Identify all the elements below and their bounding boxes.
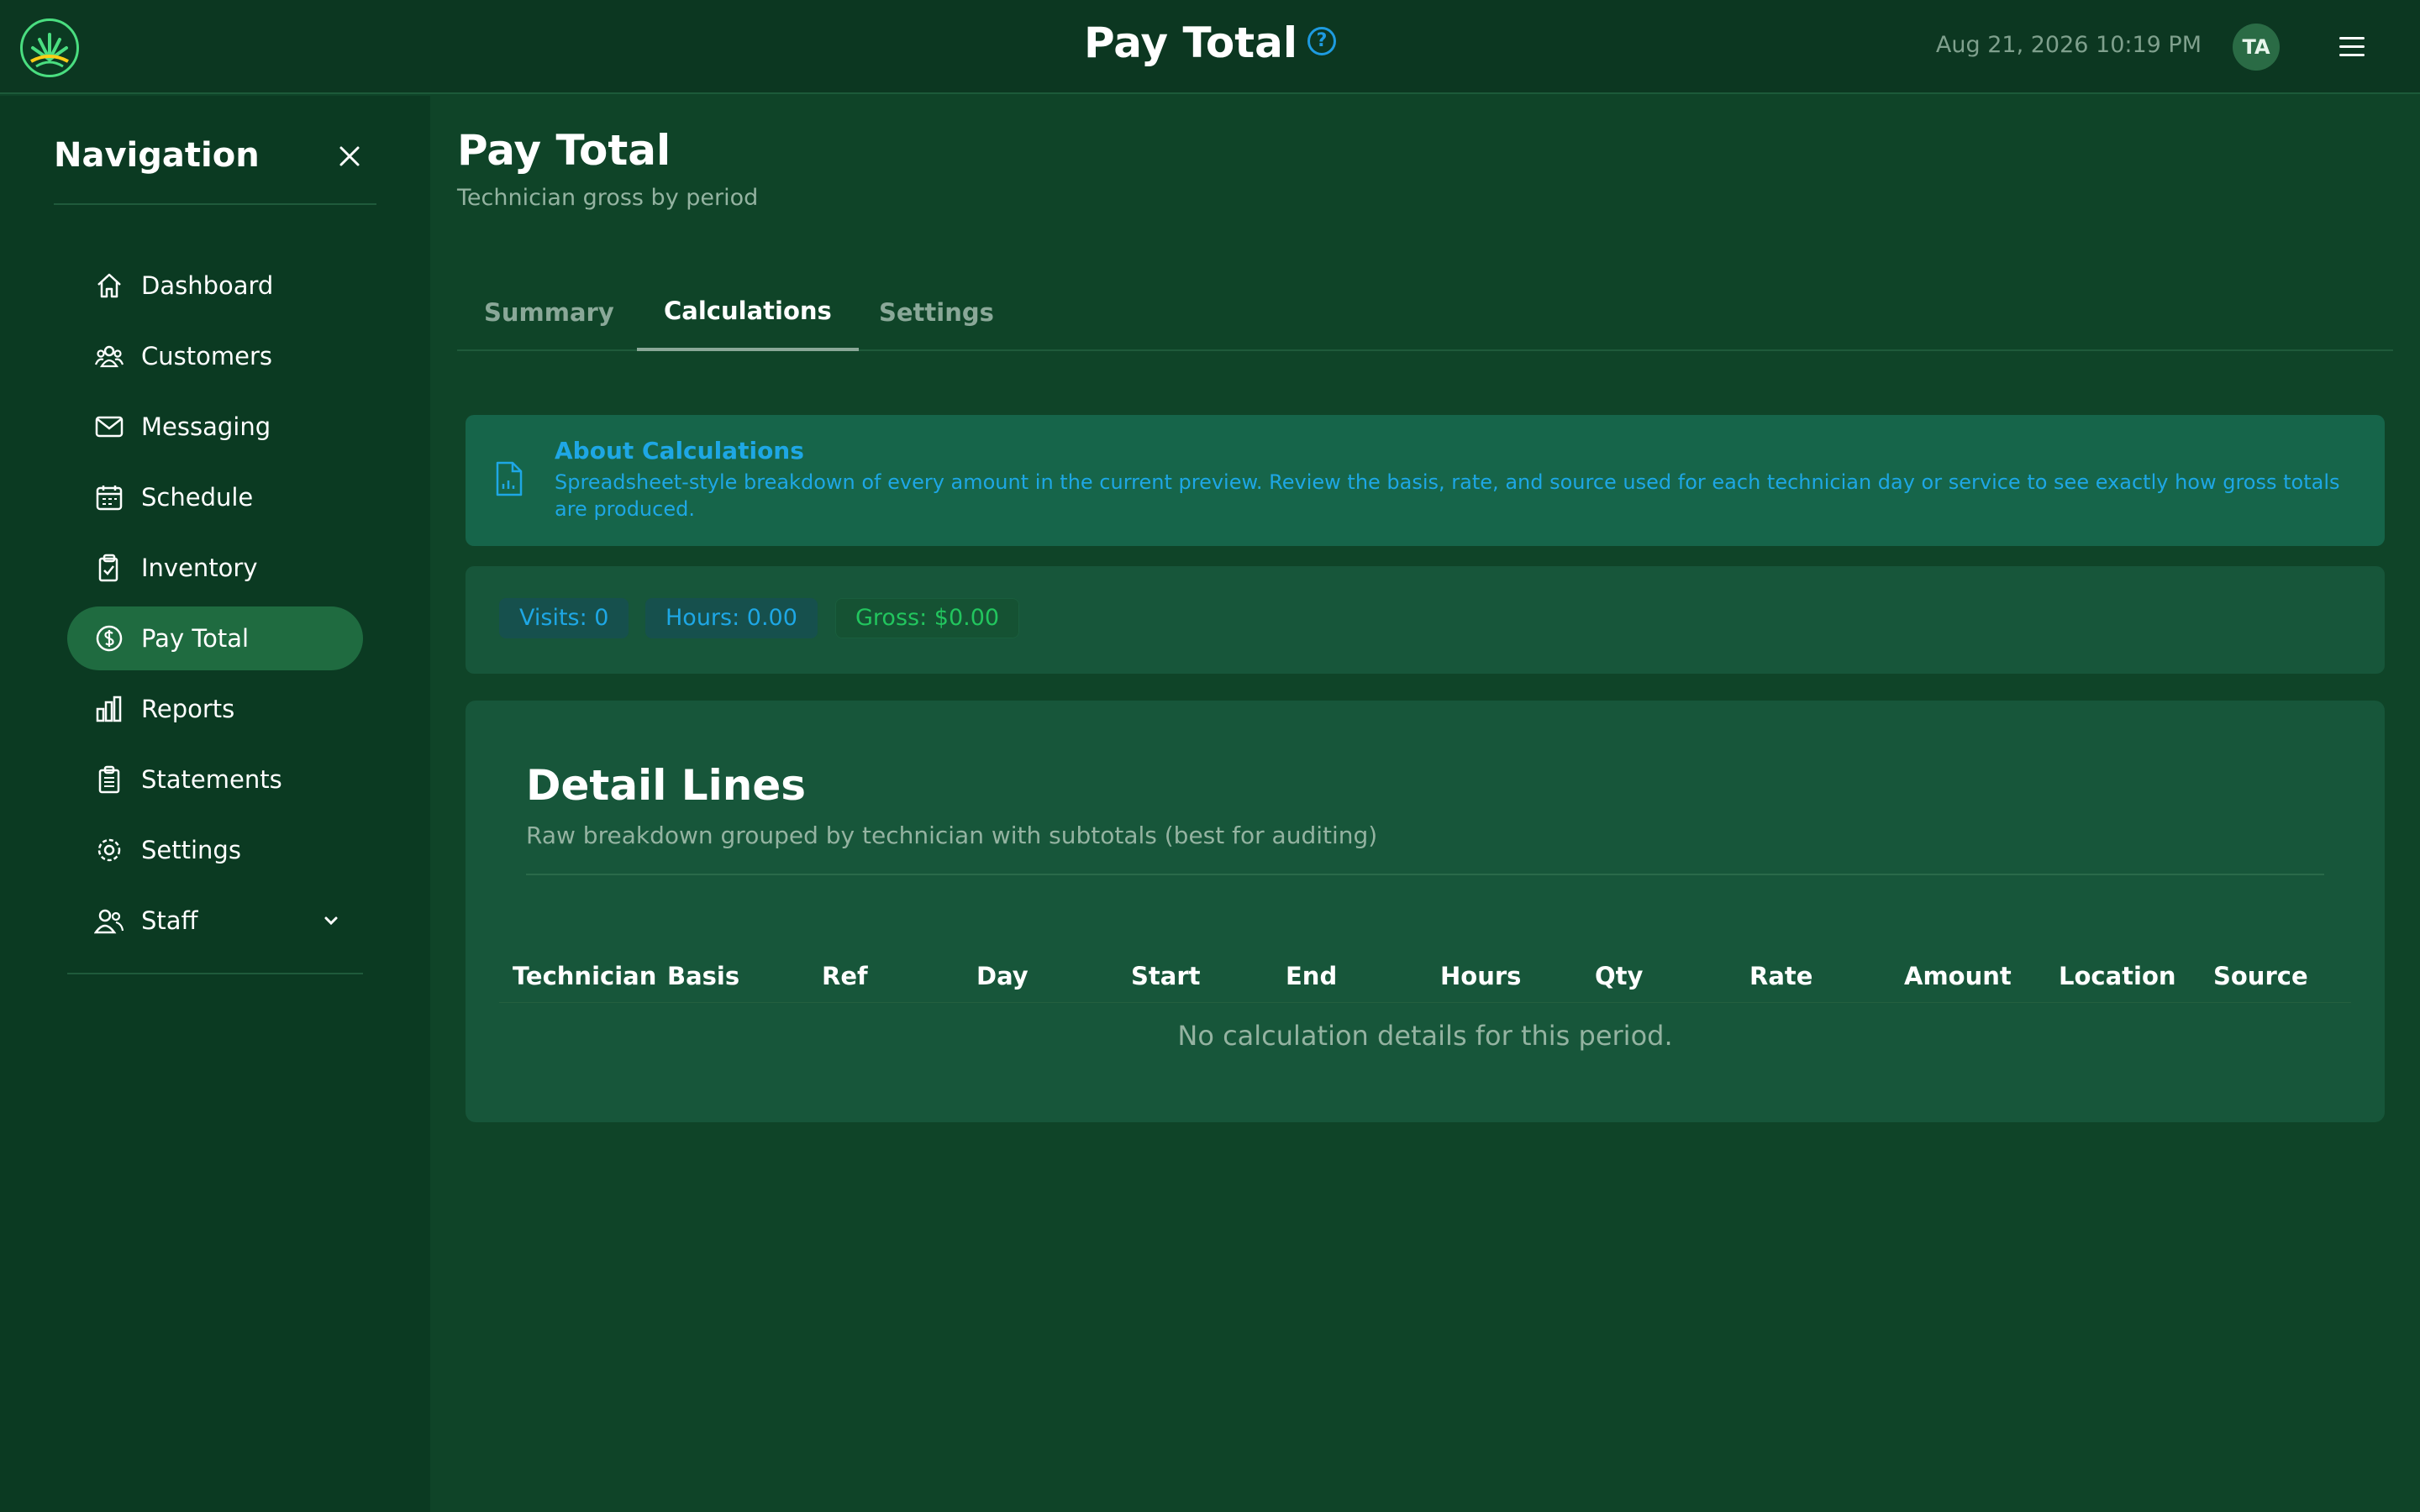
app-logo-icon[interactable] [20, 18, 79, 77]
column-header-end[interactable]: End [1272, 949, 1337, 1003]
tab-calculations[interactable]: Calculations [637, 274, 859, 351]
sidebar-item-dashboard[interactable]: Dashboard [67, 254, 363, 318]
clipboard-check-icon [98, 554, 118, 582]
sidebar-item-settings[interactable]: Settings [67, 818, 363, 882]
close-icon[interactable] [334, 141, 365, 171]
sidebar-item-staff[interactable]: Staff [67, 889, 363, 953]
column-header-amount[interactable]: Amount [1891, 949, 2012, 1003]
column-header-qty[interactable]: Qty [1581, 949, 1643, 1003]
user-avatar[interactable]: TA [2233, 24, 2280, 71]
dollar-circle-icon [96, 625, 123, 652]
sidebar-item-label: Pay Total [141, 624, 250, 653]
detail-title: Detail Lines [526, 761, 807, 810]
column-header-location[interactable]: Location [2045, 949, 2176, 1003]
detail-subtitle: Raw breakdown grouped by technician with… [526, 822, 1378, 849]
column-header-basis[interactable]: Basis [654, 949, 739, 1003]
column-header-technician[interactable]: Technician [499, 949, 656, 1003]
column-header-day[interactable]: Day [963, 949, 1028, 1003]
sidebar-item-label: Customers [141, 342, 272, 370]
visits-badge: Visits: 0 [499, 598, 629, 638]
sidebar-item-pay-total[interactable]: Pay Total [67, 606, 363, 670]
empty-state-message: No calculation details for this period. [1177, 1020, 1673, 1052]
app-title-text: Pay Total [1083, 18, 1298, 67]
sidebar-item-label: Inventory [141, 554, 258, 582]
sidebar-item-inventory[interactable]: Inventory [67, 536, 363, 600]
about-text: Spreadsheet-style breakdown of every amo… [555, 470, 2340, 521]
home-icon [97, 273, 121, 298]
document-list-icon [98, 765, 120, 794]
sidebar-nav: Dashboard Customers Messaging Schedule I… [67, 254, 363, 959]
page-subtitle: Technician gross by period [457, 185, 759, 211]
hours-badge: Hours: 0.00 [645, 598, 818, 638]
hamburger-menu-icon[interactable] [2339, 37, 2365, 57]
gear-icon [97, 838, 121, 862]
sidebar-item-schedule[interactable]: Schedule [67, 465, 363, 529]
users-icon [94, 345, 124, 368]
sidebar-item-statements[interactable]: Statements [67, 748, 363, 811]
column-header-ref[interactable]: Ref [808, 949, 868, 1003]
sidebar-item-label: Messaging [141, 412, 271, 441]
staff-icon [94, 909, 124, 934]
sidebar: Navigation Dashboard Customers Messaging… [0, 96, 430, 1512]
column-header-start[interactable]: Start [1118, 949, 1200, 1003]
chevron-down-icon[interactable] [323, 912, 339, 929]
about-calculations-box: About Calculations Spreadsheet-style bre… [466, 415, 2385, 546]
column-header-source[interactable]: Source [2200, 949, 2308, 1003]
stats-bar: Visits: 0 Hours: 0.00 Gross: $0.00 [466, 566, 2385, 674]
column-header-hours[interactable]: Hours [1427, 949, 1521, 1003]
detail-divider [526, 874, 2324, 875]
calendar-icon [96, 486, 123, 511]
help-icon[interactable]: ? [1307, 26, 1337, 55]
sidebar-title: Navigation [54, 136, 260, 175]
sidebar-item-label: Staff [141, 906, 198, 935]
table-header-row: Technician Basis Ref Day Start End Hours… [499, 949, 2351, 1003]
tab-settings[interactable]: Settings [852, 274, 1021, 351]
sidebar-item-messaging[interactable]: Messaging [67, 395, 363, 459]
about-title: About Calculations [555, 437, 804, 465]
detail-lines-card: Detail Lines Raw breakdown grouped by te… [466, 701, 2385, 1122]
sidebar-item-label: Dashboard [141, 271, 274, 300]
tab-bar: Summary Calculations Settings [457, 274, 2393, 351]
sidebar-item-label: Statements [141, 765, 282, 794]
gross-badge: Gross: $0.00 [835, 598, 1020, 638]
tab-summary[interactable]: Summary [457, 274, 641, 351]
bar-chart-icon [96, 696, 122, 722]
sidebar-item-customers[interactable]: Customers [67, 324, 363, 388]
datetime-display: Aug 21, 2026 10:19 PM [1935, 32, 2202, 58]
sidebar-item-label: Schedule [141, 483, 254, 512]
sidebar-item-reports[interactable]: Reports [67, 677, 363, 741]
column-header-rate[interactable]: Rate [1736, 949, 1812, 1003]
sidebar-divider [54, 203, 376, 205]
mail-icon [95, 416, 124, 438]
file-chart-icon [496, 461, 523, 496]
sidebar-item-label: Settings [141, 836, 241, 864]
sidebar-divider-bottom [67, 973, 363, 974]
sidebar-item-label: Reports [141, 695, 235, 723]
page-title: Pay Total [457, 126, 671, 175]
top-bar: Pay Total? Aug 21, 2026 10:19 PM TA [0, 0, 2420, 94]
